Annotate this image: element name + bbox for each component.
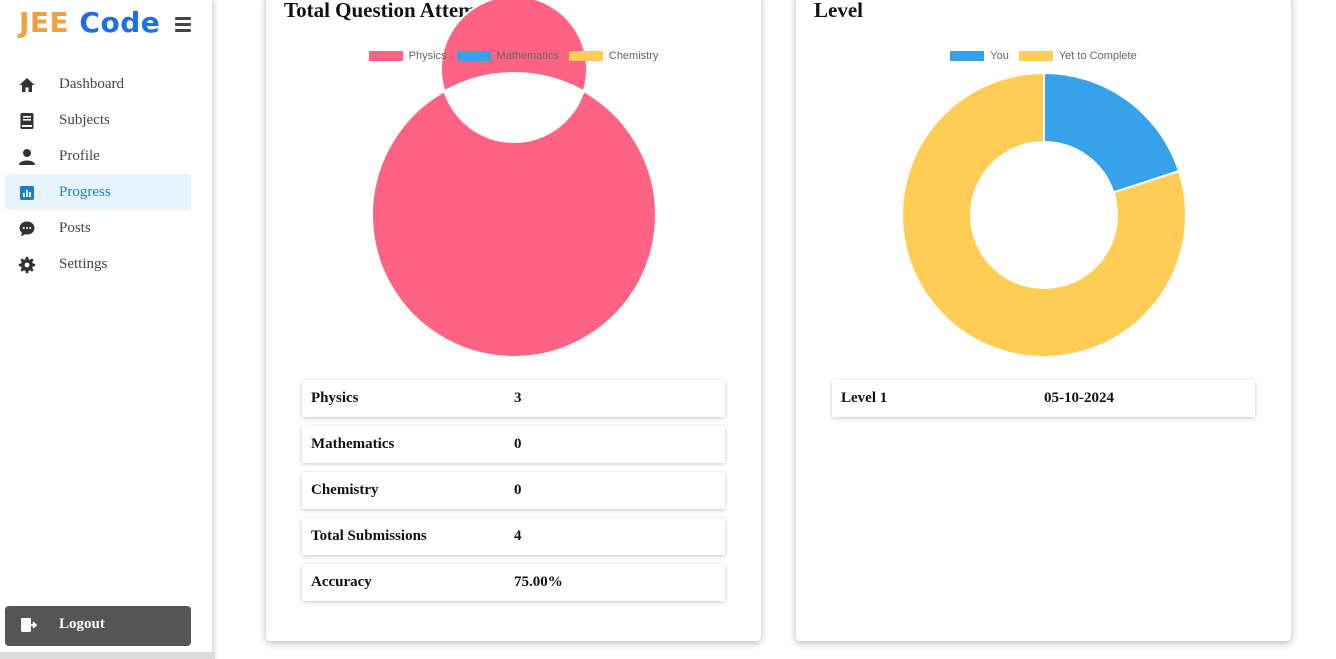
stat-label: Physics	[311, 390, 359, 406]
stat-label: Total Submissions	[311, 528, 427, 544]
stat-label: Chemistry	[311, 482, 379, 498]
chat-icon	[19, 221, 35, 237]
stat-value: 0	[514, 482, 522, 498]
logout-button[interactable]: Logout	[5, 606, 191, 646]
sidebar: JEE Code Dashboard Subjects Profile Prog…	[0, 0, 212, 659]
legend-label: Chemistry	[608, 50, 659, 62]
stat-row: Mathematics 0	[302, 426, 725, 463]
stat-row: Chemistry 0	[302, 472, 725, 509]
stat-value: 05-10-2024	[1044, 390, 1114, 406]
stat-row: Physics 3	[302, 380, 725, 417]
legend-swatch	[368, 51, 403, 61]
stat-row: Total Submissions 4	[302, 518, 725, 555]
stat-label: Mathematics	[311, 436, 395, 452]
user-icon	[19, 149, 35, 165]
legend-label: Mathematics	[496, 50, 559, 62]
sidebar-nav: Dashboard Subjects Profile Progress Post…	[5, 66, 191, 282]
legend-swatch	[568, 51, 603, 61]
sidebar-item-label: Posts	[59, 219, 91, 236]
book-icon	[20, 113, 34, 129]
sidebar-item-label: Profile	[59, 147, 100, 164]
sidebar-item-label: Settings	[59, 255, 108, 272]
chart-legend: You Yet to Complete	[796, 50, 1291, 62]
stat-row: Accuracy 75.00%	[302, 564, 725, 601]
stat-label: Accuracy	[311, 574, 372, 590]
stat-value: 3	[514, 390, 522, 406]
legend-label: Yet to Complete	[1058, 50, 1137, 62]
legend-swatch	[950, 51, 985, 61]
legend-item[interactable]: Yet to Complete	[1018, 50, 1137, 62]
legend-item[interactable]: Physics	[368, 50, 447, 62]
sidebar-item-profile[interactable]: Profile	[5, 138, 191, 174]
sidebar-item-label: Subjects	[59, 111, 110, 128]
logout-label: Logout	[59, 616, 105, 632]
stat-value: 75.00%	[514, 574, 563, 590]
sidebar-item-posts[interactable]: Posts	[5, 210, 191, 246]
stat-row: Level 1 05-10-2024	[832, 380, 1255, 417]
home-icon	[19, 78, 35, 92]
level-card: Level You Yet to Complete Level 1 05-10-20…	[796, 0, 1291, 641]
gear-icon	[18, 256, 36, 274]
logo-part-code: Code	[79, 6, 161, 39]
legend-swatch	[456, 51, 491, 61]
legend-item[interactable]: Mathematics	[456, 50, 559, 62]
stat-value: 0	[514, 436, 522, 452]
sidebar-item-settings[interactable]: Settings	[5, 246, 191, 282]
legend-label: Physics	[408, 50, 447, 62]
app-logo[interactable]: JEE Code	[19, 6, 160, 39]
sidebar-scroll-strip	[0, 652, 215, 659]
legend-item[interactable]: You	[950, 50, 1009, 62]
legend-swatch	[1018, 51, 1053, 61]
hamburger-icon[interactable]	[175, 17, 191, 33]
sidebar-item-progress[interactable]: Progress	[5, 174, 191, 210]
legend-label: You	[990, 50, 1009, 62]
stat-label: Level 1	[841, 390, 888, 406]
legend-item[interactable]: Chemistry	[568, 50, 659, 62]
logout-icon	[21, 618, 38, 632]
sidebar-item-label: Dashboard	[59, 75, 124, 92]
sidebar-item-label: Progress	[59, 183, 111, 200]
chart-slice-you[interactable]	[1043, 71, 1181, 194]
questions-attempted-card: Total Question Attemped Physics Mathemati…	[266, 0, 761, 641]
stat-value: 4	[514, 528, 522, 544]
chart-legend: Physics Mathematics Chemistry	[266, 50, 761, 62]
sidebar-item-dashboard[interactable]: Dashboard	[5, 66, 191, 102]
sidebar-item-subjects[interactable]: Subjects	[5, 102, 191, 138]
chart-icon	[20, 186, 34, 200]
logo-part-jee: JEE	[19, 6, 70, 39]
